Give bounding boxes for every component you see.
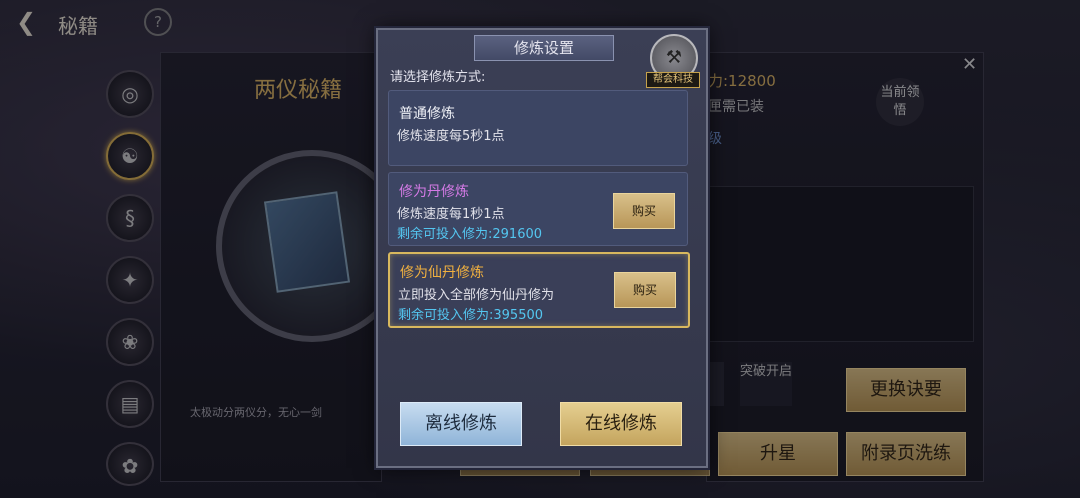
option-remain: 剩余可投入修为:291600 (397, 227, 543, 242)
buy-button[interactable]: 购买 (613, 193, 675, 229)
option-name: 修为仙丹修炼 (400, 265, 484, 281)
option-remain: 剩余可投入修为:395500 (398, 308, 544, 323)
option-normal[interactable]: 普通修炼 修炼速度每5秒1点 (388, 90, 688, 166)
option-pill[interactable]: 修为丹修炼 修炼速度每1秒1点 剩余可投入修为:291600 购买 (388, 172, 688, 246)
option-immortal-pill[interactable]: 修为仙丹修炼 立即投入全部修为仙丹修为 剩余可投入修为:395500 购买 (388, 252, 690, 328)
option-desc: 修炼速度每5秒1点 (397, 129, 505, 144)
buy-button[interactable]: 购买 (614, 272, 676, 308)
online-cultivate-button[interactable]: 在线修炼 (560, 402, 682, 446)
select-prompt: 请选择修炼方式: (390, 70, 486, 85)
offline-cultivate-button[interactable]: 离线修炼 (400, 402, 522, 446)
option-desc: 立即投入全部修为仙丹修为 (398, 288, 555, 303)
guild-tech-label: 帮会科技 (646, 72, 700, 88)
option-desc: 修炼速度每1秒1点 (397, 207, 505, 222)
option-name: 普通修炼 (399, 106, 455, 122)
option-name: 修为丹修炼 (399, 184, 469, 200)
dialog-title: 修炼设置 (474, 35, 614, 61)
